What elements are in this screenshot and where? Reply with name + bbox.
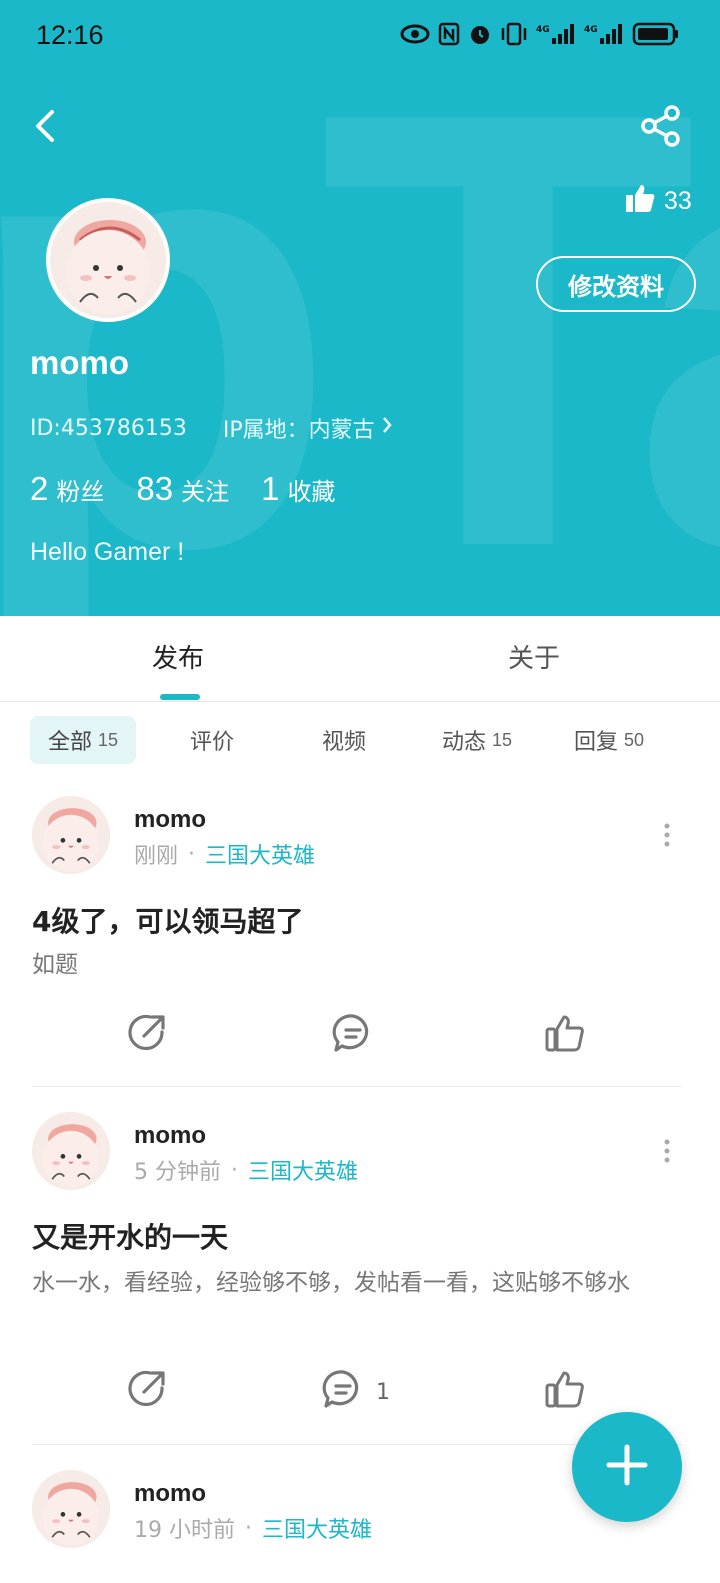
filter-all-count: 15 [98, 729, 119, 750]
profile-likes: 33 [624, 182, 692, 221]
status-time: 12:16 [36, 20, 104, 50]
user-id: ID:453786153 [30, 415, 187, 441]
post-time: 5 分钟前 [134, 1160, 221, 1185]
comment-button[interactable]: 1 [322, 1368, 390, 1416]
filter-all[interactable]: 全部 15 [30, 716, 137, 764]
meta-separator: · [188, 841, 196, 867]
post-game-link[interactable]: 三国大英雄 [205, 838, 315, 870]
filter-replies[interactable]: 回复 50 [574, 716, 644, 764]
post-meta: 5 分钟前 · 三国大英雄 [134, 1154, 358, 1186]
filter-moments-label: 动态 [442, 730, 487, 755]
post-time: 19 小时前 [134, 1518, 235, 1543]
post-divider [32, 1086, 682, 1087]
filter-videos-label: 视频 [322, 730, 367, 755]
share-icon[interactable] [640, 104, 682, 148]
meta-separator: · [231, 1157, 238, 1183]
back-icon[interactable] [28, 106, 64, 146]
vibrate-icon [500, 22, 528, 50]
comment-button[interactable] [332, 1012, 386, 1060]
status-icons: 4G 4G [400, 22, 680, 50]
repost-icon [126, 1368, 168, 1416]
filter-moments[interactable]: 动态 15 [442, 716, 512, 764]
post-title[interactable]: 又是开水的一天 [32, 1216, 228, 1256]
profile-stats: 2 粉丝 83 关注 1 收藏 [30, 470, 335, 508]
more-icon[interactable] [662, 822, 672, 848]
filter-replies-label: 回复 [574, 730, 619, 755]
post-actions: 1 [0, 1368, 720, 1418]
signal-4g-icon-2: 4G [584, 22, 624, 50]
repost-icon [126, 1012, 168, 1060]
stat-followers[interactable]: 2 粉丝 [30, 470, 104, 508]
plus-icon [605, 1443, 649, 1491]
post-filters: 全部 15 评价 视频 动态 15 回复 50 [0, 704, 720, 776]
avatar[interactable] [32, 1470, 110, 1548]
ip-location-label: IP属地：内蒙古 [222, 418, 375, 443]
ip-location[interactable]: IP属地：内蒙古 [223, 412, 393, 444]
avatar[interactable] [46, 198, 170, 322]
post-username[interactable]: momo [134, 806, 206, 834]
post-meta: 19 小时前 · 三国大英雄 [134, 1512, 372, 1544]
like-button[interactable] [544, 1368, 586, 1416]
create-post-button[interactable] [572, 1412, 682, 1522]
stat-favorites[interactable]: 1 收藏 [261, 470, 335, 508]
filter-videos[interactable]: 视频 [322, 716, 366, 764]
eye-icon [400, 23, 430, 49]
likes-count: 33 [664, 187, 692, 215]
status-bar: 12:16 4G 4G [0, 0, 720, 72]
tab-posts[interactable]: 发布 [152, 638, 204, 675]
profile-bio: Hello Gamer ! [30, 538, 185, 566]
svg-text:4G: 4G [584, 25, 598, 35]
battery-icon [632, 22, 680, 50]
profile-header: pTa 12:16 4G 4G [0, 0, 720, 616]
like-icon [544, 1368, 586, 1416]
post-username[interactable]: momo [134, 1480, 206, 1508]
filter-reviews-label: 评价 [190, 730, 235, 755]
avatar[interactable] [32, 796, 110, 874]
post-time: 刚刚 [134, 844, 179, 869]
filter-moments-count: 15 [492, 729, 513, 750]
svg-text:4G: 4G [536, 25, 550, 35]
post-meta: 刚刚 · 三国大英雄 [134, 838, 315, 870]
post-body[interactable]: 水一水，看经验，经验够不够，发帖看一看，这贴够不够水 [32, 1262, 672, 1304]
id-row: ID:453786153 IP属地：内蒙古 [30, 412, 393, 444]
like-button[interactable] [544, 1012, 586, 1060]
post-body[interactable]: 如题 [32, 944, 672, 986]
profile-tabs: 发布 关于 [0, 616, 720, 702]
comment-count: 1 [376, 1379, 390, 1405]
signal-4g-icon: 4G [536, 22, 576, 50]
tab-about[interactable]: 关于 [508, 638, 560, 675]
post-game-link[interactable]: 三国大英雄 [262, 1512, 372, 1544]
alarm-icon [468, 22, 492, 50]
tab-indicator [160, 694, 200, 700]
filter-reviews[interactable]: 评价 [190, 716, 234, 764]
nfc-icon [438, 22, 460, 50]
stat-following[interactable]: 83 关注 [136, 470, 229, 508]
post-username[interactable]: momo [134, 1122, 206, 1150]
thumbs-up-icon [624, 182, 656, 221]
comment-icon [322, 1368, 364, 1416]
comment-icon [332, 1012, 374, 1060]
post-game-link[interactable]: 三国大英雄 [248, 1154, 358, 1186]
more-icon[interactable] [662, 1138, 672, 1164]
like-icon [544, 1012, 586, 1060]
filter-replies-count: 50 [624, 729, 645, 750]
repost-button[interactable] [126, 1012, 168, 1060]
chevron-right-icon [381, 415, 393, 441]
profile-username: momo [30, 344, 129, 381]
filter-all-label: 全部 [48, 730, 93, 755]
avatar[interactable] [32, 1112, 110, 1190]
post-title[interactable]: 4级了，可以领马超了 [32, 900, 303, 940]
edit-profile-button[interactable]: 修改资料 [536, 256, 696, 312]
repost-button[interactable] [126, 1368, 168, 1416]
post-actions [0, 1012, 720, 1062]
meta-separator: · [245, 1515, 252, 1541]
